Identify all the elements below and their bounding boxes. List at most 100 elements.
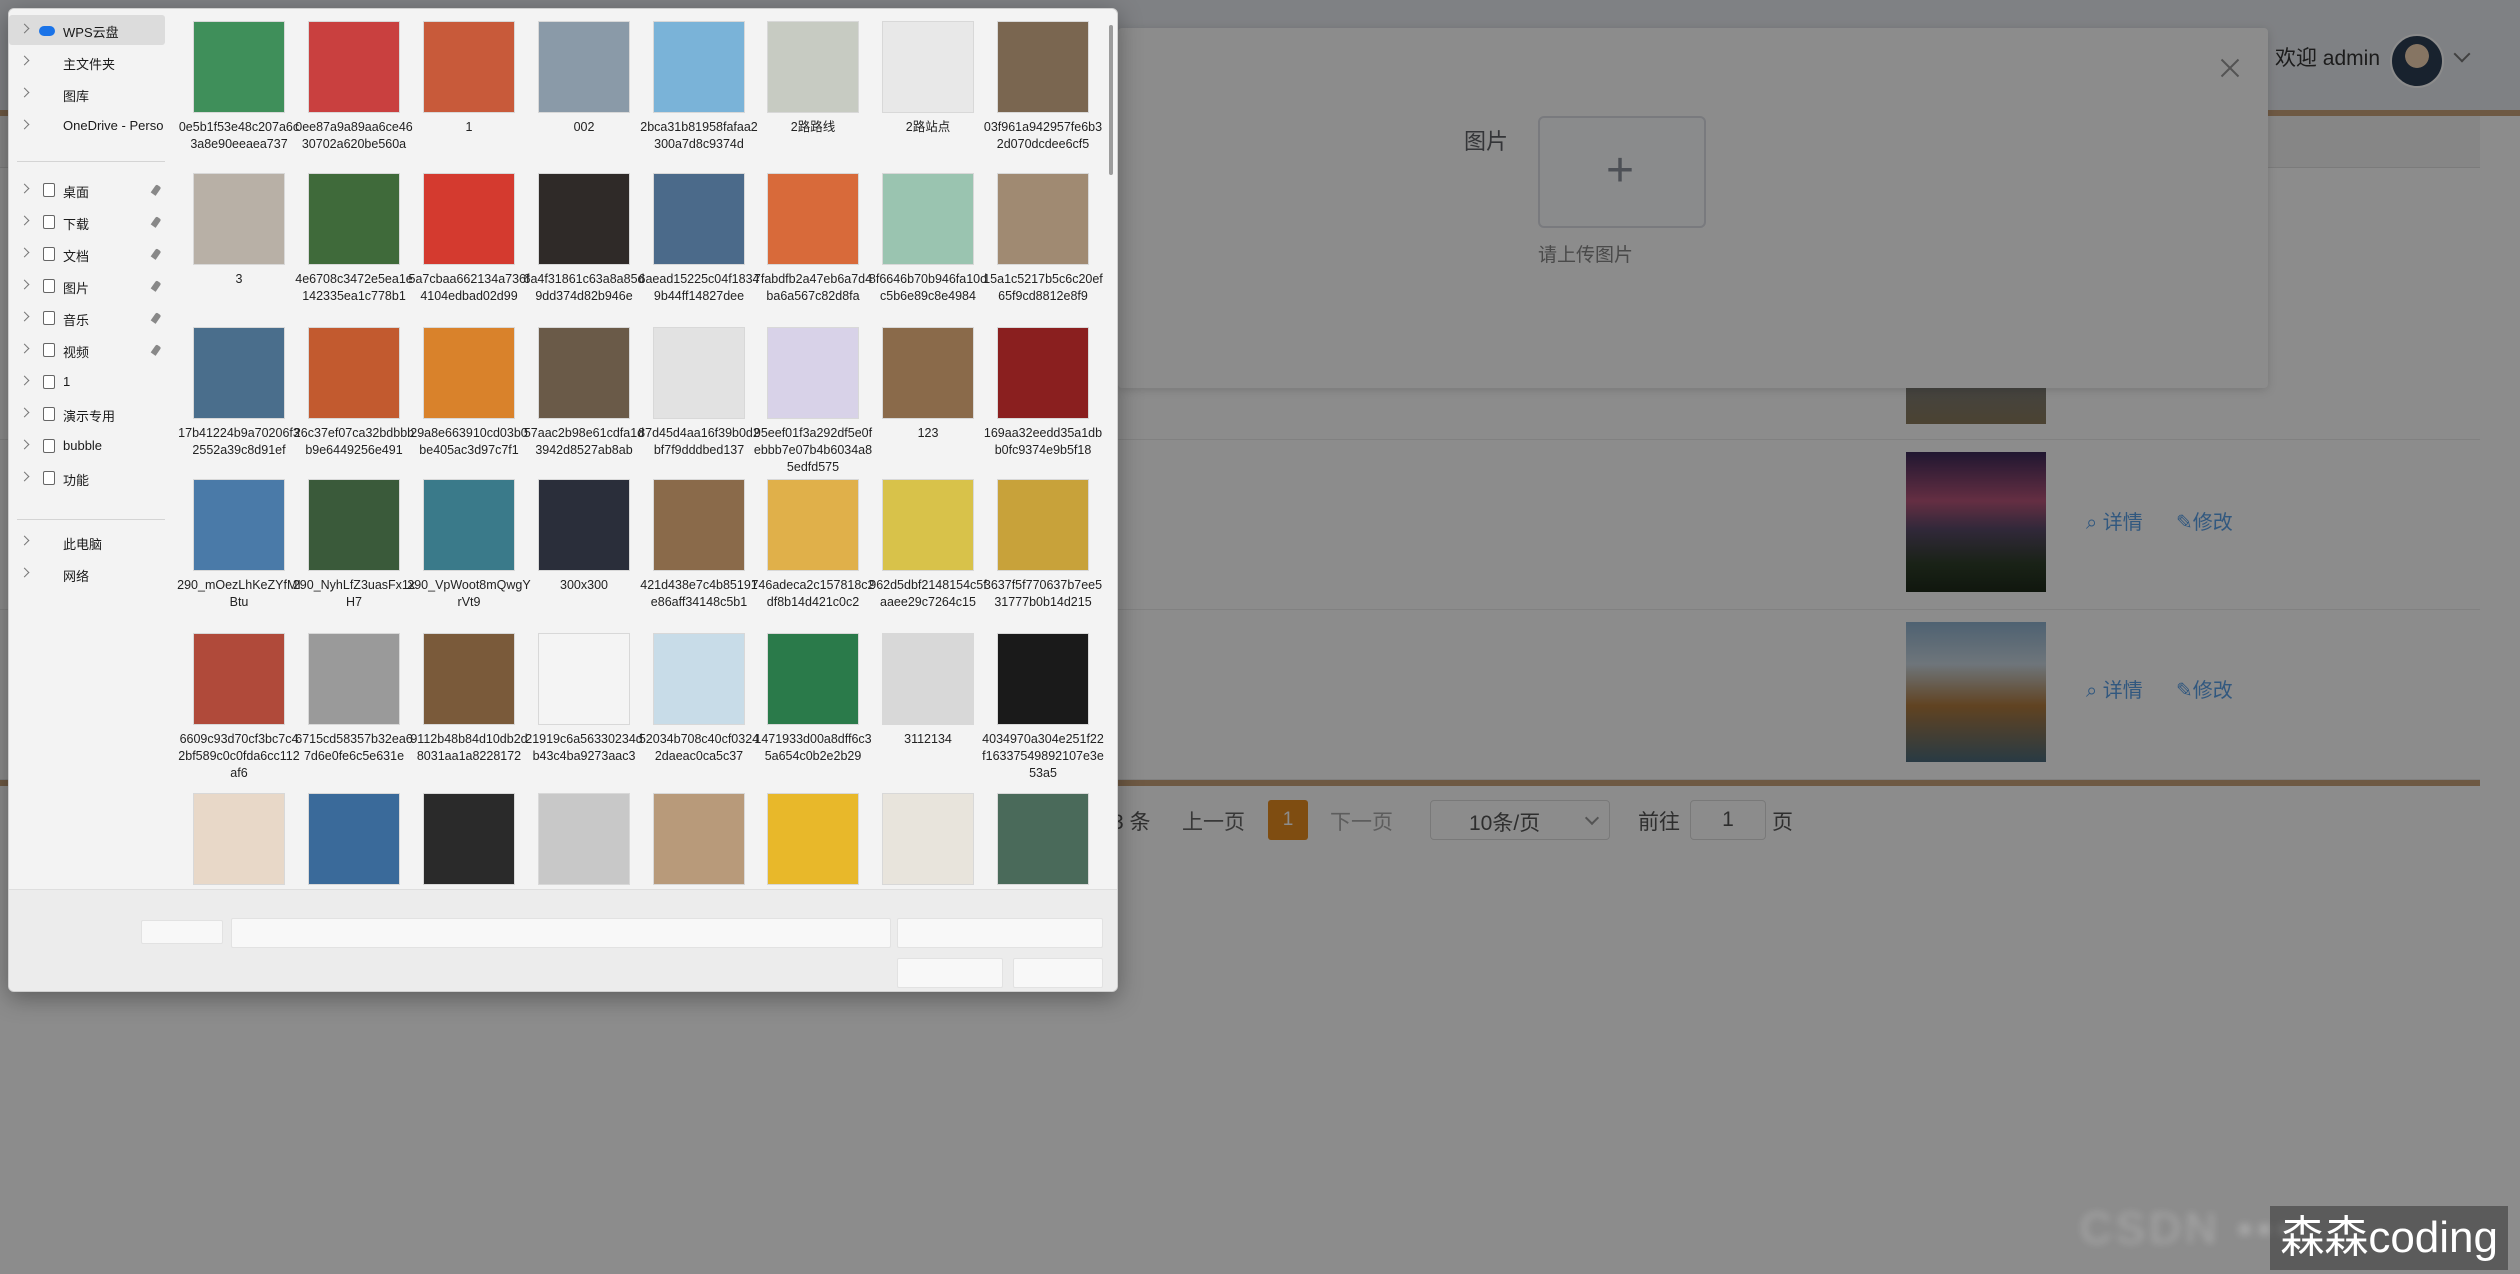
chevron-right-icon[interactable] [19, 247, 30, 258]
sidebar-item[interactable]: bubble [9, 431, 165, 461]
sidebar-item[interactable]: 1 [9, 367, 165, 397]
file-name-input[interactable] [231, 918, 891, 948]
folder-icon [43, 311, 55, 325]
chevron-right-icon[interactable] [19, 55, 30, 66]
file-type-select[interactable] [897, 918, 1103, 948]
sidebar-item-label: 桌面 [63, 185, 90, 200]
blurred-watermark: CSDN ▪▪▪ [2080, 1204, 2296, 1253]
sidebar-item-label: bubble [63, 438, 103, 453]
file-thumbnail [538, 21, 630, 113]
chevron-right-icon[interactable] [19, 215, 30, 226]
folder-icon [43, 439, 55, 453]
sidebar-item[interactable]: 功能 [9, 463, 165, 493]
nav-separator [17, 161, 165, 162]
file-name: 95eef01f3a292df5e0febbb7e07b4b6034a85edf… [753, 426, 873, 474]
sidebar-item[interactable]: 网络 [9, 559, 165, 589]
chevron-right-icon[interactable] [19, 567, 30, 578]
file-name: 6a4f31861c63a8a85d9dd374d82b946e [523, 272, 645, 303]
file-name: 0ee87a9a89aa6ce4630702a620be560a [295, 120, 413, 151]
file-thumbnail [882, 21, 974, 113]
file-thumbnail [423, 173, 515, 265]
scrollbar[interactable] [1109, 25, 1113, 175]
file-name: 87d45d4aa16f39b0d2bf7f9dddbed137 [638, 426, 760, 457]
file-thumbnail [997, 633, 1089, 725]
chevron-right-icon[interactable] [19, 279, 30, 290]
chevron-right-icon[interactable] [19, 439, 30, 450]
chevron-right-icon[interactable] [19, 535, 30, 546]
sidebar-item-label: 功能 [63, 473, 90, 488]
chevron-right-icon[interactable] [19, 343, 30, 354]
file-grid: 0e5b1f53e48c207a6c3a8e90eeaea737 0ee87a9a… [177, 9, 1107, 889]
navigation-pane: WPS云盘主文件夹 图库 OneDrive - Perso 桌面下载文档 图片音乐视频 1… [9, 9, 169, 889]
sidebar-item[interactable]: 此电脑 [9, 527, 165, 557]
sidebar-item-label: 音乐 [63, 313, 90, 328]
sidebar-item[interactable]: OneDrive - Perso [9, 111, 165, 141]
file-thumbnail [882, 633, 974, 725]
file-thumbnail [193, 793, 285, 885]
file-name: 15a1c5217b5c6c20ef65f9cd8812e8f9 [983, 272, 1103, 303]
file-thumbnail [538, 633, 630, 725]
watermark: 森森coding [2270, 1206, 2508, 1270]
sidebar-item[interactable]: 主文件夹 [9, 47, 165, 77]
file-thumbnail [653, 327, 745, 419]
sidebar-item[interactable]: 视频 [9, 335, 165, 365]
sidebar-item[interactable]: 图片 [9, 271, 165, 301]
file-name: 1 [465, 120, 473, 134]
file-name: 290_mOezLhKeZYfMIBtu [177, 578, 301, 609]
file-thumbnail [423, 479, 515, 571]
file-name: 300x300 [560, 578, 608, 592]
folder-icon [43, 375, 55, 389]
sidebar-item[interactable]: WPS云盘 [9, 15, 165, 45]
folder-icon [43, 343, 55, 357]
sidebar-item[interactable]: 演示专用 [9, 399, 165, 429]
pin-icon [150, 344, 162, 356]
file-thumbnail [767, 633, 859, 725]
chevron-right-icon[interactable] [19, 311, 30, 322]
file-thumbnail [423, 633, 515, 725]
sidebar-item-label: 此电脑 [63, 537, 103, 552]
chevron-right-icon[interactable] [19, 375, 30, 386]
file-thumbnail [997, 21, 1089, 113]
chevron-right-icon[interactable] [19, 183, 30, 194]
file-thumbnail [308, 633, 400, 725]
file-thumbnail [653, 173, 745, 265]
pin-icon [150, 216, 162, 228]
pin-icon [150, 184, 162, 196]
chevron-right-icon[interactable] [19, 87, 30, 98]
file-name: 7fabdfb2a47eb6a7d4ba6a567c82d8fa [753, 272, 873, 303]
cancel-button[interactable] [1013, 958, 1103, 988]
chevron-right-icon[interactable] [19, 119, 30, 130]
file-thumbnail [767, 21, 859, 113]
folder-icon [43, 471, 55, 485]
file-name: 3 [235, 272, 243, 286]
file-thumbnail [423, 327, 515, 419]
file-name: 6609c93d70cf3bc7c42bf589c0c0fda6cc112af6 [178, 732, 300, 780]
sidebar-item[interactable]: 下载 [9, 207, 165, 237]
file-thumbnail [538, 327, 630, 419]
file-thumbnail [653, 21, 745, 113]
file-name: 746adeca2c157818c2df8b14d421c0c2 [751, 578, 875, 609]
sidebar-item[interactable]: 文档 [9, 239, 165, 269]
sidebar-item[interactable]: 图库 [9, 79, 165, 109]
open-button[interactable] [897, 958, 1003, 988]
file-thumbnail [653, 793, 745, 885]
file-name: 17b41224b9a70206f32552a39c8d91ef [178, 426, 300, 457]
sidebar-item-label: WPS云盘 [63, 25, 119, 40]
file-name: 1471933d00a8dff6c35a654c0b2e2b29 [754, 732, 872, 763]
sidebar-item[interactable]: 音乐 [9, 303, 165, 333]
file-name: 03f961a942957fe6b32d070dcdee6cf5 [983, 120, 1103, 151]
file-thumbnail [193, 327, 285, 419]
file-thumbnail [997, 327, 1089, 419]
file-thumbnail [997, 793, 1089, 885]
file-thumbnail [882, 793, 974, 885]
chevron-right-icon[interactable] [19, 471, 30, 482]
chevron-right-icon[interactable] [19, 407, 30, 418]
sidebar-item-label: 下载 [63, 217, 90, 232]
file-name: 123 [917, 426, 939, 440]
chevron-right-icon[interactable] [19, 23, 30, 34]
file-thumbnail [767, 479, 859, 571]
file-name: 290_VpWoot8mQwgYrVt9 [407, 578, 531, 609]
file-thumbnail [882, 327, 974, 419]
sidebar-item[interactable]: 桌面 [9, 175, 165, 205]
file-name: 2路站点 [905, 120, 951, 134]
